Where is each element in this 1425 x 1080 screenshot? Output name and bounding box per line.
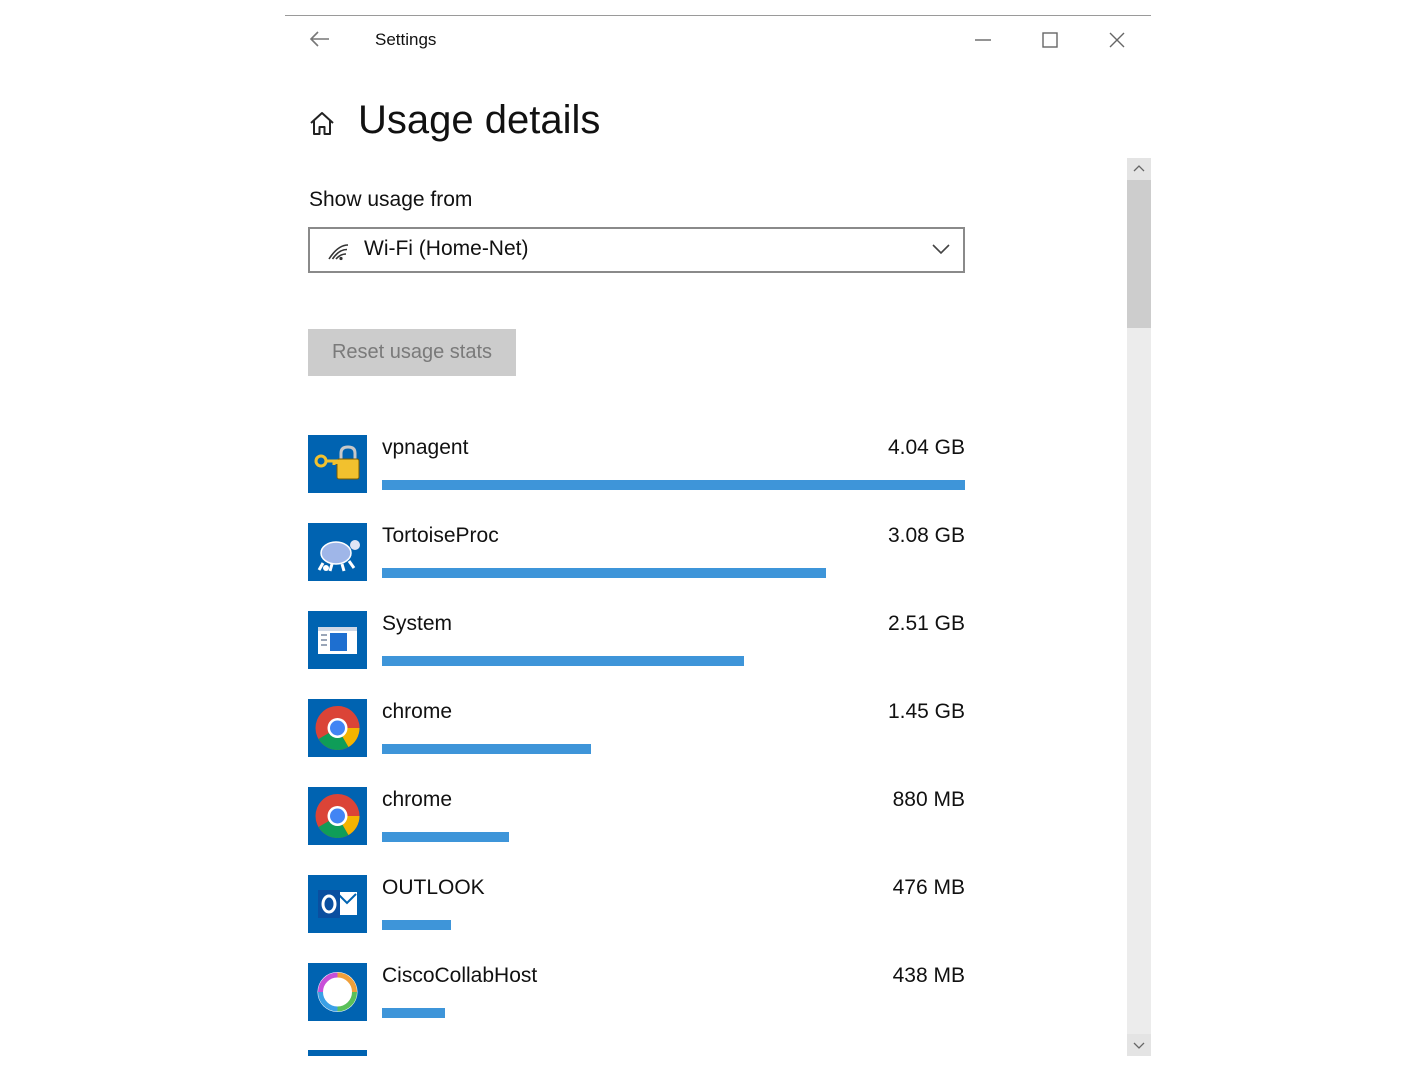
- app-usage-value: 1.45 GB: [887, 700, 965, 723]
- settings-window: Settings Usage details Show usage from W…: [285, 15, 1151, 1056]
- app-icon-partial: [308, 1050, 367, 1056]
- app-usage-item[interactable]: System 2.51 GB: [308, 610, 965, 698]
- chevron-down-icon: [932, 244, 950, 255]
- usage-bar: [382, 480, 965, 490]
- app-usage-item[interactable]: TortoiseProc 3.08 GB: [308, 522, 965, 610]
- app-usage-value: 3.08 GB: [887, 524, 965, 547]
- app-usage-value: 4.04 GB: [887, 436, 965, 459]
- maximize-button[interactable]: [1036, 26, 1064, 54]
- app-usage-item[interactable]: chrome 880 MB: [308, 786, 965, 874]
- app-usage-value: 476 MB: [892, 876, 965, 899]
- back-arrow-icon: [309, 31, 329, 47]
- title-bar: Settings: [285, 16, 1151, 64]
- chrome-icon: [308, 787, 367, 845]
- app-usage-value: 880 MB: [892, 788, 965, 811]
- app-name: chrome: [382, 700, 453, 723]
- app-usage-item[interactable]: CiscoCollabHost 438 MB: [308, 962, 965, 1050]
- show-usage-label: Show usage from: [309, 188, 473, 211]
- chevron-down-icon: [1133, 1042, 1145, 1049]
- wifi-icon: [328, 244, 349, 261]
- network-select-value: Wi-Fi (Home-Net): [364, 237, 529, 260]
- cisco-collab-icon: [308, 963, 367, 1021]
- app-usage-item[interactable]: OUTLOOK 476 MB: [308, 874, 965, 962]
- app-name: TortoiseProc: [382, 524, 499, 547]
- maximize-icon: [1042, 32, 1058, 48]
- app-name: vpnagent: [382, 436, 469, 459]
- app-name: OUTLOOK: [382, 876, 485, 899]
- system-window-icon: [308, 611, 367, 669]
- network-select[interactable]: Wi-Fi (Home-Net): [308, 227, 965, 273]
- app-name: chrome: [382, 788, 453, 811]
- chrome-icon: [308, 699, 367, 757]
- minimize-icon: [975, 39, 991, 41]
- app-name: System: [382, 612, 453, 635]
- scroll-up-button[interactable]: [1127, 158, 1151, 180]
- usage-bar: [382, 920, 451, 930]
- back-button[interactable]: [307, 26, 333, 52]
- app-usage-item[interactable]: chrome 1.45 GB: [308, 698, 965, 786]
- tortoise-icon: [308, 523, 367, 581]
- usage-bar: [382, 656, 744, 666]
- usage-bar: [382, 568, 826, 578]
- outlook-icon: [308, 875, 367, 933]
- usage-bar: [382, 1008, 445, 1018]
- usage-bar: [382, 832, 509, 842]
- app-usage-value: 2.51 GB: [887, 612, 965, 635]
- vpnagent-lock-key-icon: [308, 435, 367, 493]
- window-title: Settings: [375, 30, 437, 49]
- usage-bar: [382, 744, 591, 754]
- close-icon: [1109, 32, 1125, 48]
- reset-usage-stats-button[interactable]: Reset usage stats: [308, 329, 516, 376]
- app-name: CiscoCollabHost: [382, 964, 538, 987]
- vertical-scrollbar[interactable]: [1127, 158, 1151, 1056]
- scroll-down-button[interactable]: [1127, 1034, 1151, 1056]
- close-button[interactable]: [1103, 26, 1131, 54]
- scroll-thumb[interactable]: [1127, 180, 1151, 328]
- app-usage-list: vpnagent 4.04 GB TortoiseProc 3.08 GB Sy…: [308, 434, 965, 1050]
- chevron-up-icon: [1133, 165, 1145, 172]
- app-usage-value: 438 MB: [892, 964, 965, 987]
- minimize-button[interactable]: [969, 26, 997, 54]
- app-usage-item[interactable]: vpnagent 4.04 GB: [308, 434, 965, 522]
- home-icon[interactable]: [307, 108, 337, 138]
- page-title: Usage details: [358, 98, 601, 142]
